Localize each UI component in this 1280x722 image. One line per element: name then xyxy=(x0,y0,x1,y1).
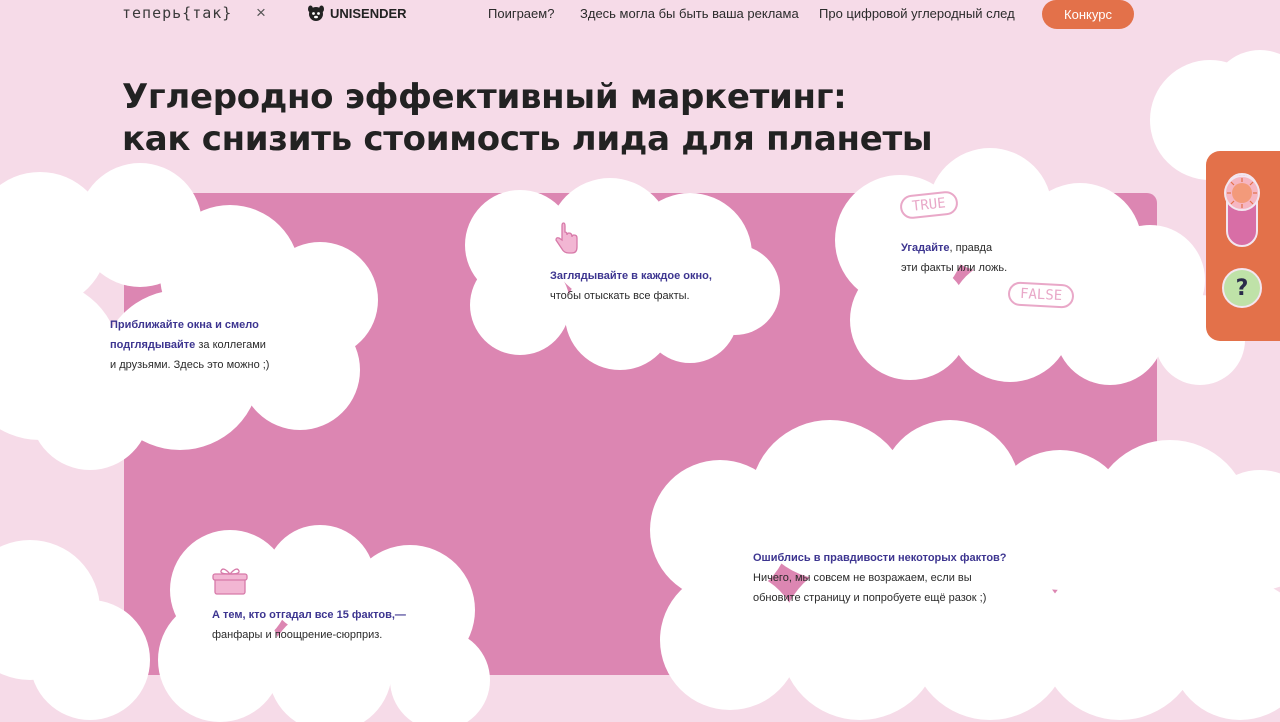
page-title-line1: Углеродно эффективный маркетинг: xyxy=(122,77,847,117)
hint-bottom-right-line3: обновите страницу и попробуете ещё разок… xyxy=(753,592,987,604)
hint-center-line2: чтобы отыскать все факты. xyxy=(550,290,690,302)
contest-button[interactable]: Конкурс xyxy=(1042,0,1134,29)
hint-bottom-right: Ошиблись в правдивости некоторых фактов?… xyxy=(753,548,1007,608)
hint-right-bold: Угадайте xyxy=(901,242,950,254)
page-title-line2: как снизить стоимость лида для планеты xyxy=(122,119,933,159)
page-title: Углеродно эффективный маркетинг: как сни… xyxy=(122,76,933,160)
hint-right-line2: эти факты или ложь. xyxy=(901,262,1008,274)
hint-left: Приближайте окна и смело подглядывайте з… xyxy=(110,315,269,375)
hint-right: Угадайте, правда эти факты или ложь. xyxy=(901,238,1007,278)
question-icon: ? xyxy=(1235,275,1249,301)
hint-bottom-right-line2: Ничего, мы совсем не возражаем, если вы xyxy=(753,572,972,584)
hint-center-bold: Заглядывайте в каждое окно, xyxy=(550,270,712,282)
nav-link-ads[interactable]: Здесь могла бы быть ваша реклама xyxy=(580,6,799,21)
side-widget: ? xyxy=(1206,151,1280,341)
teper-tak-logo[interactable]: теперь{так} xyxy=(122,4,232,22)
hint-left-bold1: Приближайте окна и смело xyxy=(110,319,259,331)
nav-link-play[interactable]: Поиграем? xyxy=(488,6,554,21)
logo-separator: × xyxy=(256,3,266,22)
hint-left-bold2: подглядывайте xyxy=(110,339,196,351)
hint-bottom-left: А тем, кто отгадал все 15 фактов,— фанфа… xyxy=(212,605,406,645)
hint-left-line3: и друзьями. Здесь это можно ;) xyxy=(110,359,270,371)
gift-icon xyxy=(212,568,248,595)
hint-bottom-left-line2: фанфары и поощрение-сюрприз. xyxy=(212,629,383,641)
sun-lamp-icon[interactable] xyxy=(1223,174,1261,212)
pointing-hand-icon xyxy=(555,222,578,254)
hint-right-rest1: , правда xyxy=(949,242,993,254)
hint-center: Заглядывайте в каждое окно, чтобы отыска… xyxy=(550,266,712,306)
hint-left-rest2: за коллегами xyxy=(195,339,266,351)
help-button[interactable]: ? xyxy=(1222,268,1262,308)
hint-bottom-right-bold: Ошиблись в правдивости некоторых фактов? xyxy=(753,552,1007,564)
dog-icon xyxy=(308,5,324,21)
nav-link-carbon-footprint[interactable]: Про цифровой углеродный след xyxy=(819,6,1015,21)
unisender-logo-text: UNISENDER xyxy=(330,5,407,21)
unisender-logo[interactable]: UNISENDER xyxy=(307,4,407,22)
false-tag: FALSE xyxy=(1007,281,1075,309)
hint-bottom-left-bold: А тем, кто отгадал все 15 фактов,— xyxy=(212,609,406,621)
